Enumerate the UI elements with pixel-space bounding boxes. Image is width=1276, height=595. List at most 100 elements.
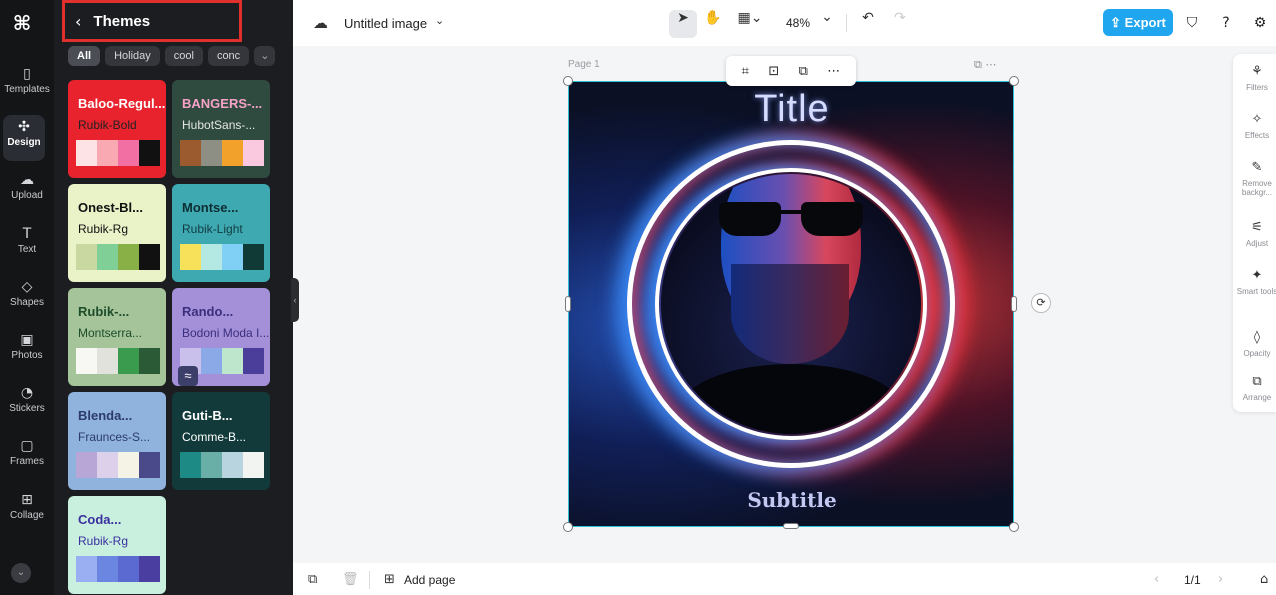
shield-icon[interactable]: ⛉ [1182,13,1202,33]
canvas-title-text[interactable]: Title [569,88,1013,131]
portrait-image[interactable] [661,174,921,434]
prop-label: Arrange [1242,393,1272,402]
rail-item-photos[interactable]: ▣ Photos [0,328,54,374]
add-page-button[interactable]: Add page [404,573,455,587]
color-swatch [97,140,118,166]
theme-card[interactable]: Guti-B... Comme-B... [172,392,270,490]
capcut-logo-icon[interactable]: ⌘ [9,10,35,36]
next-page-icon[interactable]: › [1218,572,1223,587]
theme-heading-font: Coda... [78,512,122,527]
prop-icon: ◊ [1253,330,1261,345]
theme-card[interactable]: Blenda... Fraunces-S... [68,392,166,490]
theme-swatches [76,348,160,374]
zoom-chevron-icon[interactable]: ⌄ [819,9,835,37]
theme-card[interactable]: Baloo-Regul... Rubik-Bold [68,80,166,178]
chip-all[interactable]: All [68,46,101,66]
rail-item-upload[interactable]: ☁ Upload [0,168,54,214]
resize-handle-bottom-left[interactable] [563,522,573,532]
color-swatch [243,140,264,166]
chips-more-chevron-icon[interactable]: ⌄ [254,46,276,66]
resize-handle-bottom-right[interactable] [1009,522,1019,532]
cloud-sync-icon[interactable]: ☁ [313,14,328,32]
replace-icon[interactable]: ⊡ [768,64,779,79]
theme-body-font: Rubik-Rg [78,534,129,548]
rail-item-templates[interactable]: ▯ Templates [0,62,54,108]
theme-heading-font: Guti-B... [182,408,233,423]
resize-handle-right[interactable] [1011,296,1017,312]
color-swatch [97,556,118,582]
theme-body-font: Rubik-Bold [78,118,137,132]
color-swatch [201,452,222,478]
theme-card[interactable]: Rubik-... Montserra... [68,288,166,386]
more-icon[interactable]: ⋯ [827,64,840,79]
theme-swatches [180,244,264,270]
rail-item-design[interactable]: ✣ Design [3,115,45,161]
export-button[interactable]: ⇪ Export [1103,9,1173,36]
back-arrow-icon[interactable]: ‹ [75,12,81,31]
resize-handle-bottom[interactable] [783,523,799,529]
element-toolbar: ⌗ ⊡ ⧉ ⋯ [726,56,856,86]
rail-item-label: Photos [11,350,43,361]
chevron-down-icon[interactable]: ⌄ [435,14,444,27]
rail-item-stickers[interactable]: ◔ Stickers [0,381,54,427]
settings-icon[interactable]: ⚙ [1250,13,1270,33]
theme-heading-font: BANGERS-... [182,96,263,111]
prop-remove[interactable]: ✎ Remove backgr... [1233,160,1276,197]
prop-arrange[interactable]: ⧉ Arrange [1233,374,1276,402]
shapes-icon: ◇ [21,279,33,295]
prop-adjust[interactable]: ⚟ Adjust [1233,220,1276,248]
theme-body-font: Montserra... [78,326,143,340]
prop-effects[interactable]: ✧ Effects [1233,112,1276,140]
chip-holiday[interactable]: Holiday [105,46,160,66]
theme-card[interactable]: BANGERS-... HubotSans-... [172,80,270,178]
collapse-panel-handle[interactable]: ‹ [291,278,299,322]
design-icon: ✣ [18,119,30,135]
top-toolbar: ☁ Untitled image ⌄ ➤ ✋ ▦⌄ 48% ⌄ ↶ ↷ ⇪ Ex… [293,0,1276,46]
trash-icon[interactable]: 🗑 [342,572,359,587]
pages-icon[interactable]: ⧉ [308,572,317,587]
zoom-level[interactable]: 48% [786,16,810,30]
duplicate-icon[interactable]: ⧉ [799,64,808,79]
add-page-icon[interactable]: ⊞ [384,572,395,587]
redo-button[interactable]: ↷ [886,10,914,38]
lock-icon[interactable]: ⌂ [1260,572,1268,587]
prop-label: Remove backgr... [1241,179,1273,197]
theme-card[interactable]: Onest-Bl... Rubik-Rg [68,184,166,282]
theme-card[interactable]: Coda... Rubik-Rg [68,496,166,594]
properties-rail: ⚘ Filters ✧ Effects ✎ Remove backgr... ⚟ Adjust… [1233,54,1276,412]
theme-card[interactable]: Montse... Rubik-Light [172,184,270,282]
page-label: Page 1 [568,59,600,70]
resize-handle-top-left[interactable] [563,76,573,86]
select-tool-button[interactable]: ➤ [669,10,697,38]
color-swatch [243,452,264,478]
theme-card[interactable]: Rando... Bodoni Moda I... ≈ [172,288,270,386]
left-nav-rail: ⌘ ▯ Templates ✣ Design ☁ Upload T Text ◇ Shapes ▣ P… [0,0,54,595]
layout-menu-button[interactable]: ▦⌄ [733,10,767,38]
resize-handle-left[interactable] [565,296,571,312]
prop-opacity[interactable]: ◊ Opacity [1233,330,1276,358]
rail-item-frames[interactable]: ▢ Frames [0,434,54,480]
artboard[interactable]: Title Subtitle [568,81,1014,527]
undo-button[interactable]: ↶ [854,10,882,38]
prop-smart[interactable]: ✦ Smart tools [1233,268,1276,296]
chip-conc[interactable]: conc [207,46,250,66]
resize-handle-top-right[interactable] [1009,76,1019,86]
page-actions[interactable]: ⧉ ⋯ [974,58,996,72]
rail-item-collage[interactable]: ⊞ Collage [0,488,54,534]
chip-cool[interactable]: cool [164,46,203,66]
prev-page-icon[interactable]: ‹ [1154,572,1159,587]
rail-item-label: Frames [10,456,44,467]
help-icon[interactable]: ? [1216,13,1236,33]
rail-item-shapes[interactable]: ◇ Shapes [0,275,54,321]
capcut-editor: ⌘ ▯ Templates ✣ Design ☁ Upload T Text ◇ Shapes ▣ P… [0,0,1276,595]
color-swatch [222,140,243,166]
hand-tool-button[interactable]: ✋ [699,10,727,38]
crop-icon[interactable]: ⌗ [742,64,749,79]
document-title[interactable]: Untitled image [344,16,427,31]
user-avatar[interactable]: ⌄ [11,563,31,583]
rail-item-text[interactable]: T Text [0,222,54,268]
prop-filters[interactable]: ⚘ Filters [1233,64,1276,92]
canvas-subtitle-text[interactable]: Subtitle [569,488,1013,512]
prop-icon: ⚟ [1251,220,1263,235]
rotate-icon[interactable]: ⟳ [1031,293,1051,313]
